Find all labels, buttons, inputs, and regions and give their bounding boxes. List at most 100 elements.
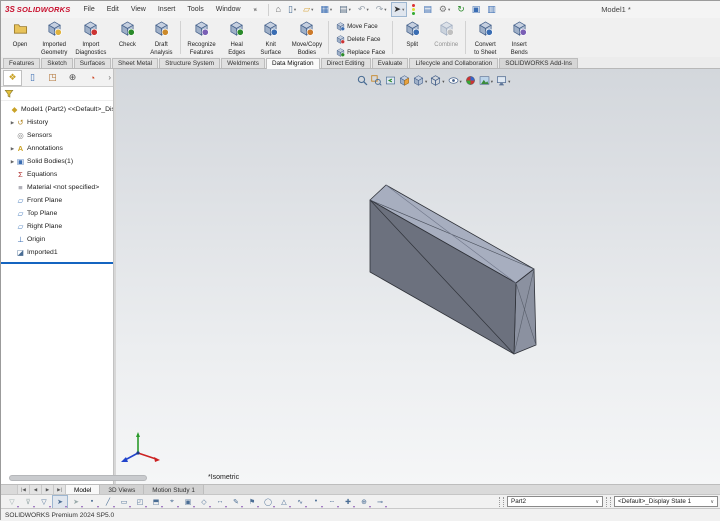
tree-item-top-plane[interactable]: ▱Top Plane <box>1 207 113 220</box>
tree-item-model1-part2-default-display-s[interactable]: ◆Model1 (Part2) <<Default>_Display St <box>1 103 113 116</box>
tab-data-migration[interactable]: Data Migration <box>266 58 320 69</box>
tree-item-equations[interactable]: ΣEquations <box>1 168 113 181</box>
tab-structure-system[interactable]: Structure System <box>159 58 220 68</box>
knit-surface-button[interactable]: KnitSurface <box>254 18 288 57</box>
expand-arrow-icon[interactable]: ▶ <box>9 159 16 165</box>
filter-notes-icon[interactable]: ⚑▾ <box>244 495 260 509</box>
insert-bends-button[interactable]: InsertBends <box>502 18 536 57</box>
tree-item-imported1[interactable]: ◪Imported1 <box>1 246 113 259</box>
print-icon[interactable]: ▤▾ <box>336 2 354 17</box>
magnified-selection-icon[interactable]: ⌖▾ <box>164 495 180 509</box>
rebuild-icon[interactable] <box>408 2 419 17</box>
file-properties-icon[interactable]: ▤ <box>420 2 435 17</box>
menu-item-tools[interactable]: Tools <box>182 4 208 15</box>
graphics-viewport[interactable]: ▾▾▾▾▾ <box>116 69 720 484</box>
dropdown-caret-icon[interactable]: ▾ <box>349 7 351 13</box>
imported-geometry-button[interactable]: ImportedGeometry <box>37 18 71 57</box>
filter-surface-bodies-icon[interactable]: ◰▾ <box>132 495 148 509</box>
filter-balloons-icon[interactable]: ◯▾ <box>260 495 276 509</box>
featuremanager-tab[interactable]: ❖ <box>3 70 22 86</box>
menu-item-window[interactable]: Window <box>211 4 246 15</box>
model-canvas[interactable] <box>116 69 720 484</box>
tree-item-material-not-specified-[interactable]: ≡Material <not specified> <box>1 181 113 194</box>
pin-menu-icon[interactable]: ✦ <box>250 5 259 15</box>
move-copy-bodies-button[interactable]: Move/CopyBodies <box>288 18 326 57</box>
panel-tabs-overflow-icon[interactable]: › <box>108 73 111 82</box>
configurationmanager-tab[interactable]: ◳ <box>43 70 62 86</box>
filter-funnel-icon[interactable] <box>4 89 14 99</box>
filter-faces-icon[interactable]: ▭▾ <box>116 495 132 509</box>
tab-solidworks-add-ins[interactable]: SOLIDWORKS Add-Ins <box>499 58 578 68</box>
tree-item-sensors[interactable]: ◎Sensors <box>1 129 113 142</box>
expand-arrow-icon[interactable]: ▶ <box>9 146 16 152</box>
filter-datums-icon[interactable]: ◇▾ <box>196 495 212 509</box>
filter-centerline-icon[interactable]: ┄▾ <box>324 495 340 509</box>
tab-direct-editing[interactable]: Direct Editing <box>321 58 371 68</box>
new-document-icon[interactable]: ▯▾ <box>285 2 299 17</box>
home-icon[interactable]: ⌂ <box>273 2 284 17</box>
recognize-features-button[interactable]: RecognizeFeatures <box>183 18 219 57</box>
dropdown-caret-icon[interactable]: ▾ <box>311 7 313 13</box>
select-tool-icon[interactable]: ➤▾ <box>52 495 68 509</box>
filter-welds-icon[interactable]: △▾ <box>276 495 292 509</box>
menu-item-insert[interactable]: Insert <box>153 4 181 15</box>
chevron-down-icon[interactable]: ∨ <box>591 499 599 505</box>
tree-item-solid-bodies-1-[interactable]: ▶▣Solid Bodies(1) <box>1 155 113 168</box>
tab-sheet-metal[interactable]: Sheet Metal <box>112 58 158 68</box>
task-pane-icon[interactable]: ▣ <box>469 2 484 17</box>
redo-icon[interactable]: ↷▾ <box>373 2 390 17</box>
heal-edges-button[interactable]: HealEdges <box>220 18 254 57</box>
rollback-bar[interactable] <box>1 262 113 264</box>
filter-annotations-icon[interactable]: ✎▾ <box>228 495 244 509</box>
menu-item-file[interactable]: File <box>78 4 99 15</box>
expand-arrow-icon[interactable]: ▶ <box>9 120 16 126</box>
propertymanager-tab[interactable]: ▯ <box>23 70 42 86</box>
clear-all-filters-icon[interactable]: ▽▾ <box>4 495 20 509</box>
tab-evaluate[interactable]: Evaluate <box>372 58 409 68</box>
undo-icon[interactable]: ↶▾ <box>355 2 372 17</box>
menu-item-view[interactable]: View <box>126 4 151 15</box>
split-button[interactable]: Split <box>395 18 429 57</box>
dropdown-caret-icon[interactable]: ▾ <box>384 7 386 13</box>
dropdown-caret-icon[interactable]: ▾ <box>366 7 368 13</box>
tab-features[interactable]: Features <box>3 58 40 68</box>
tab-surfaces[interactable]: Surfaces <box>74 58 111 68</box>
filter-axis-icon[interactable]: ✚▾ <box>340 495 356 509</box>
filter-dimensions-icon[interactable]: ↔▾ <box>212 495 228 509</box>
toolbar-grip[interactable] <box>499 497 504 507</box>
tab-sketch[interactable]: Sketch <box>41 58 73 68</box>
filter-frame-icon[interactable]: ▣▾ <box>180 495 196 509</box>
draft-analysis-button[interactable]: DraftAnalysis <box>144 18 178 57</box>
filter-edges-icon[interactable]: ╱▾ <box>100 495 116 509</box>
open-button[interactable]: Open <box>3 18 37 57</box>
tree-item-history[interactable]: ▶↺History <box>1 116 113 129</box>
import-diagnostics-button[interactable]: ImportDiagnostics <box>71 18 110 57</box>
filters-flyout-icon[interactable]: ⊽▾ <box>20 495 36 509</box>
help-icon[interactable]: ▥ <box>484 2 499 17</box>
dropdown-caret-icon[interactable]: ▾ <box>330 7 332 13</box>
filter-points-icon[interactable]: •▾ <box>308 495 324 509</box>
dimxpertmanager-tab[interactable]: ⊕ <box>63 70 82 86</box>
filter-mates-icon[interactable]: ⊕▾ <box>356 495 372 509</box>
tab-weldments[interactable]: Weldments <box>221 58 265 68</box>
filter-sketch-icon[interactable]: ∿▾ <box>292 495 308 509</box>
chevron-down-icon[interactable]: ∨ <box>706 499 714 505</box>
tree-item-annotations[interactable]: ▶AAnnotations <box>1 142 113 155</box>
options-icon[interactable]: ⚙▾ <box>436 2 453 17</box>
filter-toggle-icon[interactable]: ▽▾ <box>36 495 52 509</box>
open-icon[interactable]: ▱▾ <box>300 2 316 17</box>
displaymanager-tab[interactable]: ◔ <box>83 70 102 86</box>
display-state-dropdown[interactable]: <Default>_Display State 1∨ <box>614 496 718 507</box>
tree-item-origin[interactable]: ⊥Origin <box>1 233 113 246</box>
part-select-dropdown[interactable]: Part2∨ <box>507 496 603 507</box>
menu-item-edit[interactable]: Edit <box>102 4 124 15</box>
filter-solid-bodies-icon[interactable]: ⬒▾ <box>148 495 164 509</box>
tree-horizontal-scrollbar[interactable] <box>9 475 147 481</box>
tree-item-front-plane[interactable]: ▱Front Plane <box>1 194 113 207</box>
tab-lifecycle-and-collaboration[interactable]: Lifecycle and Collaboration <box>409 58 498 68</box>
select-disabled-icon[interactable]: ➤▾ <box>68 495 84 509</box>
check-button[interactable]: Check <box>110 18 144 57</box>
tree-item-right-plane[interactable]: ▱Right Plane <box>1 220 113 233</box>
dropdown-caret-icon[interactable]: ▾ <box>402 7 404 13</box>
save-icon[interactable]: ▦▾ <box>317 2 335 17</box>
